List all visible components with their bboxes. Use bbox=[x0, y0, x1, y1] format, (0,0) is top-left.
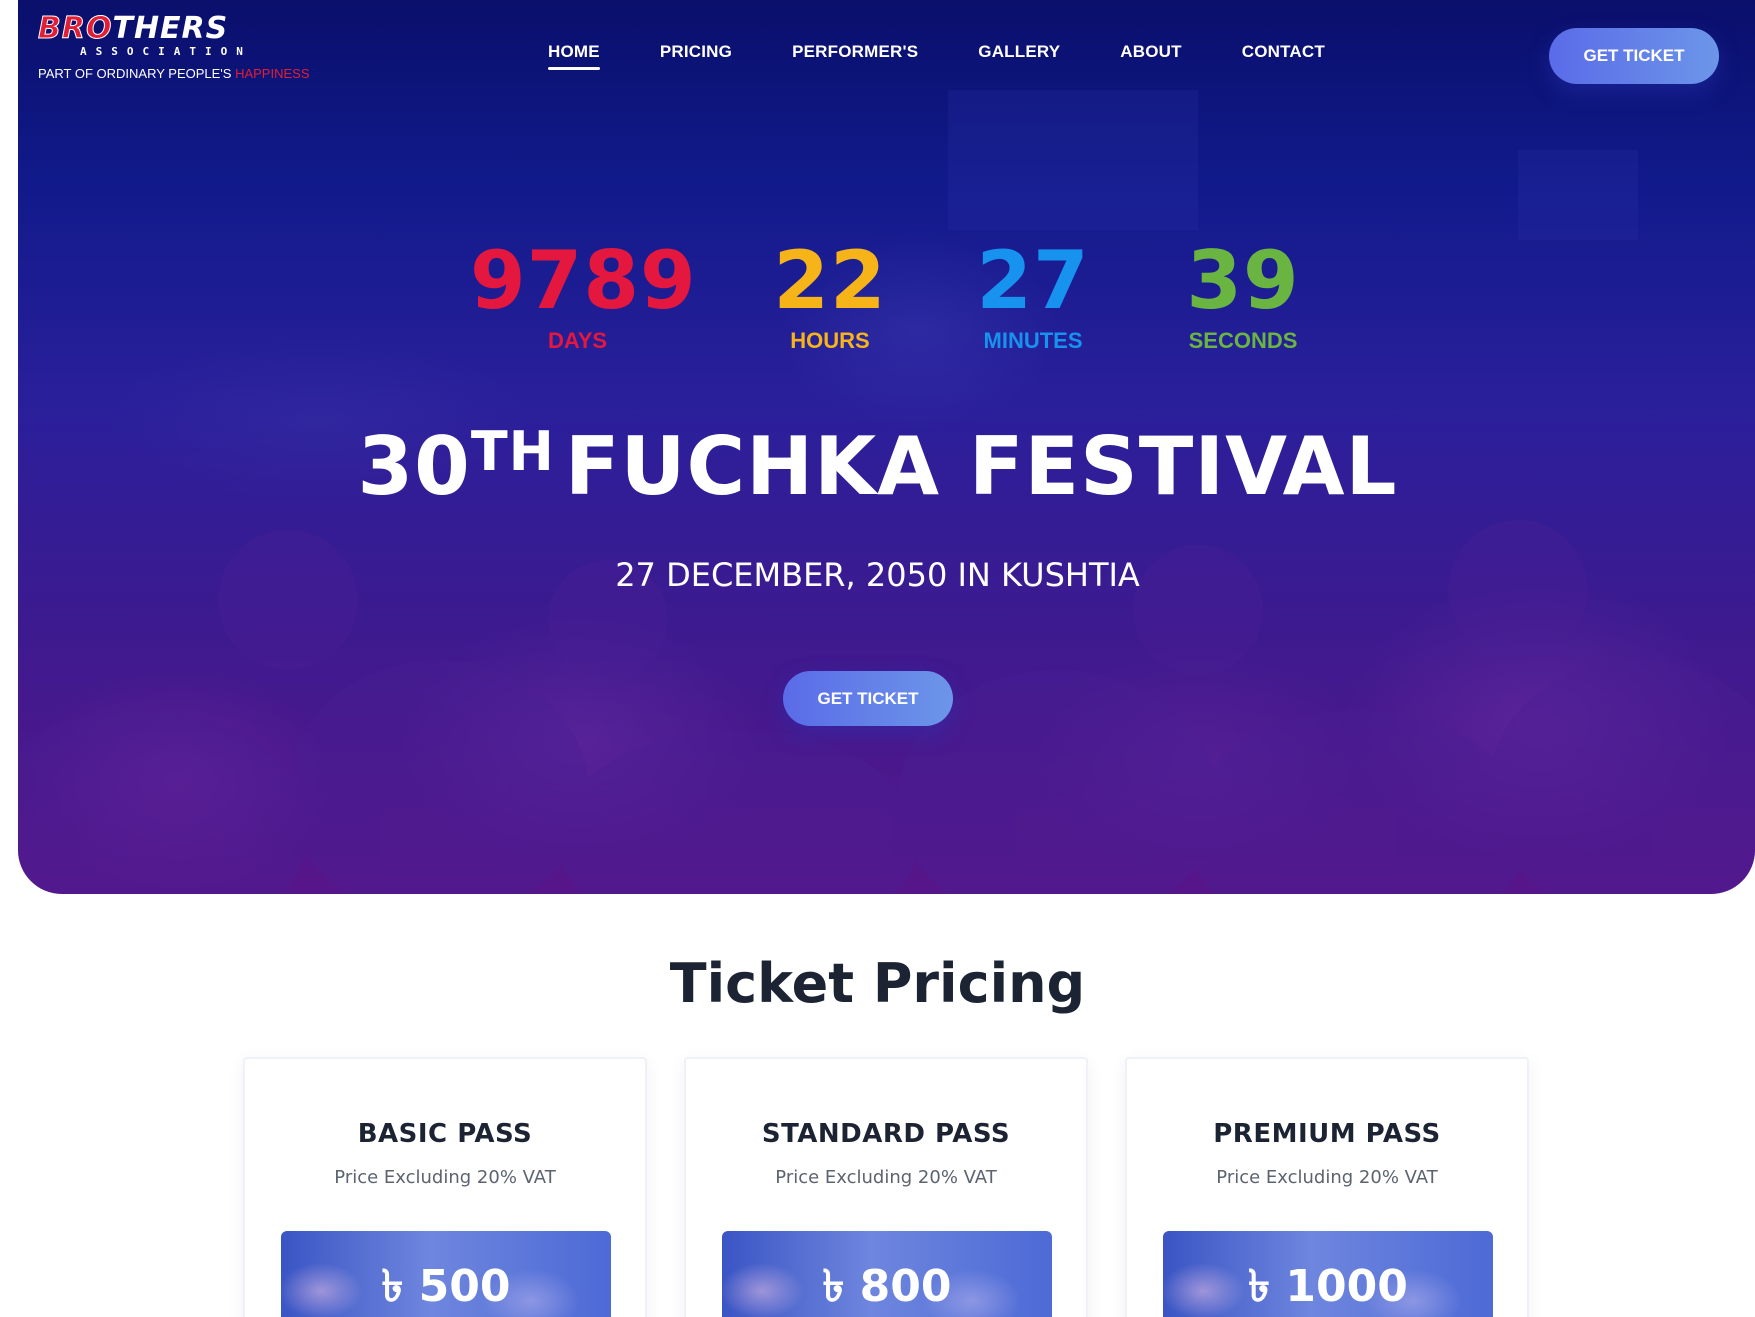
pricing-card-standard: STANDARD PASS Price Excluding 20% VAT ৳ … bbox=[684, 1057, 1088, 1317]
get-ticket-hero-button[interactable]: GET TICKET bbox=[783, 671, 953, 726]
pass-price: ৳ 500 bbox=[381, 1261, 511, 1312]
countdown-days: 9789 DAYS bbox=[470, 234, 697, 354]
main-nav: HOME PRICING PERFORMER'S GALLERY ABOUT C… bbox=[548, 42, 1325, 70]
price-banner: ৳ 800 bbox=[722, 1231, 1052, 1317]
festival-date-location: 27 DECEMBER, 2050 IN KUSHTIA bbox=[615, 556, 1140, 594]
nav-home[interactable]: HOME bbox=[548, 42, 600, 70]
pass-description: Price Excluding 20% VAT bbox=[1216, 1167, 1438, 1188]
pass-price: ৳ 800 bbox=[822, 1261, 952, 1312]
tagline-text: PART OF ORDINARY PEOPLE'S bbox=[38, 66, 232, 81]
logo-subtext: ASSOCIATION bbox=[80, 45, 252, 58]
tagline-accent: HAPPINESS bbox=[235, 66, 310, 81]
countdown-hours-value: 22 bbox=[773, 234, 887, 327]
countdown-days-label: DAYS bbox=[547, 328, 608, 353]
logo-text-white: THERS bbox=[112, 11, 229, 46]
pricing-card-basic: BASIC PASS Price Excluding 20% VAT ৳ 500 bbox=[243, 1057, 647, 1317]
countdown-seconds-value: 39 bbox=[1186, 234, 1300, 327]
pass-price: ৳ 1000 bbox=[1248, 1261, 1408, 1312]
festival-ordinal: TH bbox=[470, 420, 555, 483]
pricing-card-premium: PREMIUM PASS Price Excluding 20% VAT ৳ 1… bbox=[1125, 1057, 1529, 1317]
get-ticket-header-button[interactable]: GET TICKET bbox=[1549, 28, 1719, 84]
brand-logo[interactable]: BRO THERS ASSOCIATION PART OF ORDINARY P… bbox=[37, 11, 338, 81]
nav-pricing[interactable]: PRICING bbox=[660, 42, 732, 70]
pass-description: Price Excluding 20% VAT bbox=[775, 1167, 997, 1188]
nav-about[interactable]: ABOUT bbox=[1120, 42, 1181, 70]
countdown-days-value: 9789 bbox=[470, 234, 697, 327]
nav-contact[interactable]: CONTACT bbox=[1242, 42, 1325, 70]
brand-tagline: PART OF ORDINARY PEOPLE'S HAPPINESS bbox=[38, 66, 338, 81]
pricing-section-title: Ticket Pricing bbox=[669, 952, 1086, 1015]
logo-text-red: BRO bbox=[37, 11, 113, 46]
pass-description: Price Excluding 20% VAT bbox=[334, 1167, 556, 1188]
price-banner: ৳ 1000 bbox=[1163, 1231, 1493, 1317]
pass-name: PREMIUM PASS bbox=[1213, 1119, 1441, 1149]
logo-wordmark: BRO THERS bbox=[37, 11, 338, 46]
countdown-minutes-value: 27 bbox=[976, 234, 1090, 327]
pass-name: BASIC PASS bbox=[357, 1119, 533, 1149]
countdown-seconds-label: SECONDS bbox=[1188, 328, 1298, 353]
pass-name: STANDARD PASS bbox=[761, 1119, 1011, 1149]
countdown-hours-label: HOURS bbox=[790, 328, 870, 353]
countdown-hours: 22 HOURS bbox=[760, 236, 900, 354]
countdown-seconds: 39 SECONDS bbox=[1173, 236, 1313, 354]
nav-gallery[interactable]: GALLERY bbox=[978, 42, 1060, 70]
countdown-minutes: 27 MINUTES bbox=[963, 236, 1103, 354]
nav-performers[interactable]: PERFORMER'S bbox=[792, 42, 918, 70]
countdown-minutes-label: MINUTES bbox=[983, 328, 1083, 353]
festival-number: 30 bbox=[357, 420, 471, 513]
price-banner: ৳ 500 bbox=[281, 1231, 611, 1317]
festival-title: 30TH FUCHKA FESTIVAL bbox=[0, 420, 1755, 513]
festival-name: FUCHKA FESTIVAL bbox=[564, 420, 1398, 513]
